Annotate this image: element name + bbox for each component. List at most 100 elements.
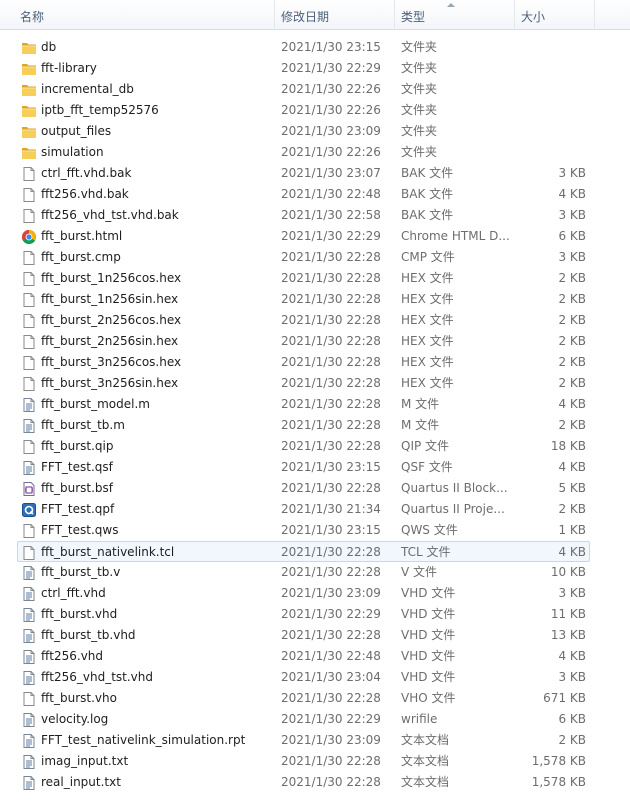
file-row[interactable]: imag_input.txt 2021/1/30 22:28 文本文档 1,578 K…: [0, 751, 630, 772]
column-header-name[interactable]: 名称: [12, 0, 274, 30]
file-type: VHD 文件: [401, 628, 456, 642]
file-row[interactable]: fft_burst.qip 2021/1/30 22:28 QIP 文件 18 KB: [0, 436, 630, 457]
file-row[interactable]: fft_burst_3n256cos.hex 2021/1/30 22:28 HEX…: [0, 352, 630, 373]
file-type: 文本文档: [401, 754, 450, 768]
file-icon: [21, 376, 37, 392]
file-size: 2 KB: [558, 313, 586, 327]
doc-file-icon: [21, 586, 37, 602]
file-name: db: [41, 40, 57, 54]
file-row[interactable]: FFT_test.qsf 2021/1/30 23:15 QSF 文件 4 KB: [0, 457, 630, 478]
file-size: 4 KB: [558, 460, 586, 474]
file-row[interactable]: output_files 2021/1/30 23:09 文件夹: [0, 121, 630, 142]
file-size: 671 KB: [543, 691, 586, 705]
file-name: fft_burst_3n256sin.hex: [41, 376, 179, 390]
file-type: HEX 文件: [401, 376, 454, 390]
file-size: 1,578 KB: [531, 754, 586, 768]
file-type: 文本文档: [401, 775, 450, 789]
file-row[interactable]: fft_burst.cmp 2021/1/30 22:28 CMP 文件 3 KB: [0, 247, 630, 268]
file-row[interactable]: fft_burst_1n256sin.hex 2021/1/30 22:28 HEX…: [0, 289, 630, 310]
file-date: 2021/1/30 23:15: [281, 40, 381, 54]
file-type: wrifile: [401, 712, 438, 726]
file-name: fft_burst.bsf: [41, 481, 113, 495]
file-date: 2021/1/30 23:09: [281, 733, 381, 747]
file-date: 2021/1/30 22:29: [281, 61, 381, 75]
file-name: fft_burst_1n256sin.hex: [41, 292, 179, 306]
file-size: 2 KB: [558, 334, 586, 348]
file-name: incremental_db: [41, 82, 134, 96]
file-row[interactable]: fft_burst_nativelink.tcl 2021/1/30 22:28 T…: [17, 541, 590, 562]
file-row[interactable]: incremental_db 2021/1/30 22:26 文件夹: [0, 79, 630, 100]
file-row[interactable]: fft_burst.bsf 2021/1/30 22:28 Quartus II B…: [0, 478, 630, 499]
file-row[interactable]: fft256_vhd_tst.vhd.bak 2021/1/30 22:58 BAK…: [0, 205, 630, 226]
file-type: 文本文档: [401, 733, 450, 747]
file-size: 4 KB: [558, 187, 586, 201]
file-type: M 文件: [401, 418, 440, 432]
column-header-date[interactable]: 修改日期: [274, 0, 394, 30]
file-icon: [21, 250, 37, 266]
file-row[interactable]: fft-library 2021/1/30 22:29 文件夹: [0, 58, 630, 79]
file-date: 2021/1/30 22:28: [281, 292, 381, 306]
file-type: 文件夹: [401, 61, 438, 75]
file-row[interactable]: db 2021/1/30 23:15 文件夹: [0, 37, 630, 58]
file-row[interactable]: fft_burst_2n256sin.hex 2021/1/30 22:28 HEX…: [0, 331, 630, 352]
doc-file-icon: [21, 649, 37, 665]
quartus-block-icon: [21, 481, 37, 497]
file-row[interactable]: iptb_fft_temp52576 2021/1/30 22:26 文件夹: [0, 100, 630, 121]
file-list: db 2021/1/30 23:15 文件夹 fft-library 2021/1/30…: [0, 37, 630, 793]
file-icon: [21, 292, 37, 308]
file-type: 文件夹: [401, 40, 438, 54]
file-row[interactable]: fft256.vhd 2021/1/30 22:48 VHD 文件 4 KB: [0, 646, 630, 667]
file-name: FFT_test.qws: [41, 523, 119, 537]
file-size: 3 KB: [558, 208, 586, 222]
column-header-size[interactable]: 大小: [514, 0, 594, 30]
file-row[interactable]: fft256_vhd_tst.vhd 2021/1/30 23:04 VHD 文件 3…: [0, 667, 630, 688]
file-size: 3 KB: [558, 586, 586, 600]
file-row[interactable]: velocity.log 2021/1/30 22:29 wrifile 6 KB: [0, 709, 630, 730]
doc-file-icon: [21, 418, 37, 434]
file-row[interactable]: fft_burst_tb.vhd 2021/1/30 22:28 VHD 文件 13 …: [0, 625, 630, 646]
file-name: fft_burst.qip: [41, 439, 114, 453]
doc-file-icon: [21, 628, 37, 644]
file-row[interactable]: fft_burst_1n256cos.hex 2021/1/30 22:28 HEX…: [0, 268, 630, 289]
file-size: 6 KB: [558, 229, 586, 243]
file-icon: [21, 313, 37, 329]
file-row[interactable]: fft_burst.vhd 2021/1/30 22:29 VHD 文件 11 KB: [0, 604, 630, 625]
file-row[interactable]: ctrl_fft.vhd 2021/1/30 23:09 VHD 文件 3 KB: [0, 583, 630, 604]
doc-file-icon: [21, 565, 37, 581]
doc-file-icon: [21, 397, 37, 413]
file-name: fft_burst_nativelink.tcl: [41, 545, 175, 559]
file-row[interactable]: fft_burst_2n256cos.hex 2021/1/30 22:28 HEX…: [0, 310, 630, 331]
file-type: Quartus II Proje...: [401, 502, 505, 516]
file-type: QWS 文件: [401, 523, 458, 537]
file-row[interactable]: fft_burst_3n256sin.hex 2021/1/30 22:28 HEX…: [0, 373, 630, 394]
file-type: 文件夹: [401, 124, 438, 138]
file-type: VHO 文件: [401, 691, 456, 705]
folder-icon: [21, 61, 37, 77]
file-row[interactable]: fft_burst_tb.v 2021/1/30 22:28 V 文件 10 KB: [0, 562, 630, 583]
file-row[interactable]: fft_burst_tb.m 2021/1/30 22:28 M 文件 2 KB: [0, 415, 630, 436]
file-row[interactable]: ctrl_fft.vhd.bak 2021/1/30 23:07 BAK 文件 3 K…: [0, 163, 630, 184]
file-date: 2021/1/30 22:29: [281, 607, 381, 621]
doc-file-icon: [21, 607, 37, 623]
file-row[interactable]: real_input.txt 2021/1/30 22:28 文本文档 1,578 K…: [0, 772, 630, 793]
file-row[interactable]: simulation 2021/1/30 22:26 文件夹: [0, 142, 630, 163]
file-type: 文件夹: [401, 145, 438, 159]
file-name: FFT_test_nativelink_simulation.rpt: [41, 733, 246, 747]
file-date: 2021/1/30 22:28: [281, 545, 381, 559]
file-row[interactable]: FFT_test.qpf 2021/1/30 21:34 Quartus II Pr…: [0, 499, 630, 520]
file-date: 2021/1/30 22:28: [281, 418, 381, 432]
file-name: fft256_vhd_tst.vhd: [41, 670, 154, 684]
file-size: 3 KB: [558, 166, 586, 180]
file-date: 2021/1/30 22:28: [281, 376, 381, 390]
file-row[interactable]: fft256.vhd.bak 2021/1/30 22:48 BAK 文件 4 KB: [0, 184, 630, 205]
file-name: fft256.vhd: [41, 649, 104, 663]
file-date: 2021/1/30 22:28: [281, 334, 381, 348]
file-row[interactable]: fft_burst_model.m 2021/1/30 22:28 M 文件 4 KB: [0, 394, 630, 415]
file-row[interactable]: fft_burst.vho 2021/1/30 22:28 VHO 文件 671 KB: [0, 688, 630, 709]
doc-file-icon: [21, 733, 37, 749]
file-row[interactable]: FFT_test.qws 2021/1/30 23:15 QWS 文件 1 KB: [0, 520, 630, 541]
file-type: BAK 文件: [401, 208, 454, 222]
file-icon: [21, 523, 37, 539]
file-row[interactable]: FFT_test_nativelink_simulation.rpt 2021/1…: [0, 730, 630, 751]
file-row[interactable]: fft_burst.html 2021/1/30 22:29 Chrome HTML…: [0, 226, 630, 247]
